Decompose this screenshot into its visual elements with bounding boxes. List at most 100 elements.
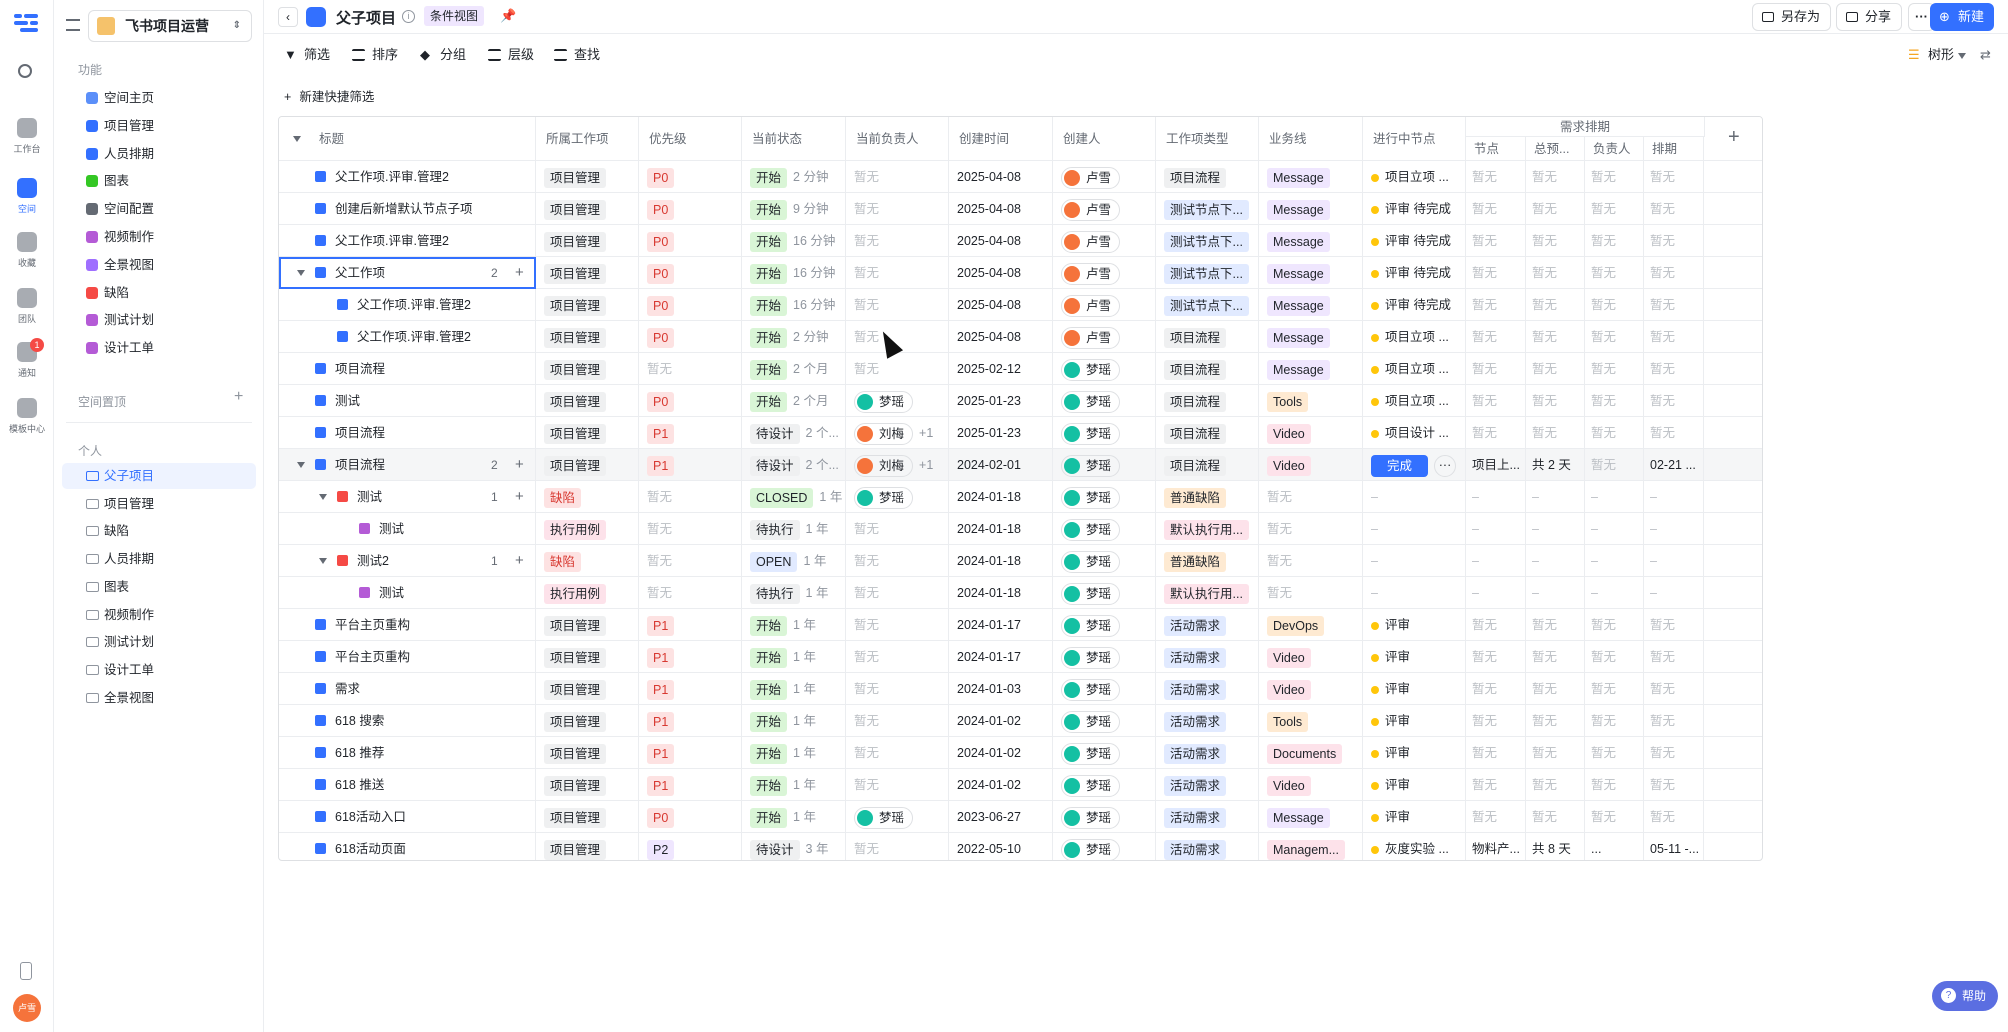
rail-favorites[interactable]: 收藏 [0, 232, 54, 269]
status-cell[interactable]: 开始 1 年 [742, 705, 846, 737]
business-line-cell[interactable]: Video [1259, 673, 1363, 705]
title-cell[interactable]: 需求 [279, 673, 536, 705]
owner-cell[interactable]: 暂无 [846, 705, 949, 737]
priority-cell[interactable]: 暂无 [639, 545, 742, 577]
node-cell[interactable]: 评审 待完成 [1363, 193, 1466, 225]
priority-cell[interactable]: P1 [639, 737, 742, 769]
business-line-cell[interactable]: Message [1259, 257, 1363, 289]
owner-cell[interactable]: 梦瑶 [846, 801, 949, 833]
schedule-cell[interactable]: – [1466, 545, 1526, 577]
collapse-sidebar-icon[interactable] [66, 19, 80, 31]
priority-cell[interactable]: P0 [639, 161, 742, 193]
schedule-cell[interactable]: 暂无 [1466, 257, 1526, 289]
schedule-cell[interactable]: 暂无 [1585, 673, 1644, 705]
type-cell[interactable]: 普通缺陷 [1156, 481, 1259, 513]
schedule-cell[interactable]: – [1466, 481, 1526, 513]
schedule-cell[interactable]: 暂无 [1526, 257, 1585, 289]
quick-filter-button[interactable]: + 新建快捷筛选 [284, 86, 374, 105]
schedule-cell[interactable]: 暂无 [1585, 289, 1644, 321]
sidebar-item-function[interactable]: 空间配置 [62, 196, 256, 222]
node-cell[interactable]: 评审 [1363, 609, 1466, 641]
business-line-cell[interactable]: Documents [1259, 737, 1363, 769]
schedule-cell[interactable]: 暂无 [1526, 193, 1585, 225]
priority-cell[interactable]: 暂无 [639, 353, 742, 385]
rail-space[interactable]: 空间 [0, 178, 54, 215]
sidebar-item-function[interactable]: 设计工单 [62, 335, 256, 361]
schedule-cell[interactable]: 项目上... [1466, 449, 1526, 481]
schedule-cell[interactable]: 暂无 [1526, 801, 1585, 833]
title-cell[interactable]: 创建后新增默认节点子项 [279, 193, 536, 225]
schedule-cell[interactable]: 暂无 [1466, 609, 1526, 641]
type-cell[interactable]: 活动需求 [1156, 641, 1259, 673]
status-cell[interactable]: 待设计 2 个... [742, 417, 846, 449]
status-cell[interactable]: 开始 1 年 [742, 641, 846, 673]
schedule-cell[interactable]: 暂无 [1644, 353, 1704, 385]
table-row[interactable]: 618 推送 项目管理 P1 开始 1 年暂无 2024-01-02 梦瑶 活动需求 Video… [279, 769, 1762, 801]
creator-cell[interactable]: 梦瑶 [1053, 641, 1156, 673]
creator-cell[interactable]: 卢雪 [1053, 193, 1156, 225]
table-row[interactable]: 618活动入口 项目管理 P0 开始 1 年梦瑶 2023-06-27 梦瑶 活动需求 Mess… [279, 801, 1762, 833]
type-cell[interactable]: 默认执行用... [1156, 577, 1259, 609]
node-cell[interactable]: 评审 [1363, 737, 1466, 769]
schedule-cell[interactable]: 暂无 [1644, 801, 1704, 833]
creator-cell[interactable]: 梦瑶 [1053, 705, 1156, 737]
creator-cell[interactable]: 梦瑶 [1053, 545, 1156, 577]
schedule-cell[interactable]: 暂无 [1526, 641, 1585, 673]
schedule-cell[interactable]: – [1585, 513, 1644, 545]
priority-cell[interactable]: P0 [639, 193, 742, 225]
schedule-cell[interactable]: 暂无 [1585, 193, 1644, 225]
priority-cell[interactable]: P1 [639, 417, 742, 449]
rail-notifications[interactable]: 通知 1 [0, 338, 54, 379]
creator-cell[interactable]: 梦瑶 [1053, 833, 1156, 860]
business-line-cell[interactable]: Managem... [1259, 833, 1363, 860]
priority-cell[interactable]: P2 [639, 833, 742, 860]
schedule-cell[interactable]: 暂无 [1466, 161, 1526, 193]
column-header[interactable]: 当前状态 [742, 117, 846, 161]
status-cell[interactable]: 开始 16 分钟 [742, 257, 846, 289]
schedule-cell[interactable]: 暂无 [1585, 225, 1644, 257]
priority-cell[interactable]: P1 [639, 673, 742, 705]
expand-icon[interactable] [319, 558, 327, 564]
schedule-cell[interactable]: 物料产... [1466, 833, 1526, 860]
owner-cell[interactable]: 暂无 [846, 257, 949, 289]
schedule-cell[interactable]: 暂无 [1644, 609, 1704, 641]
sidebar-item-personal[interactable]: 缺陷 [62, 518, 256, 544]
schedule-cell[interactable]: – [1466, 513, 1526, 545]
column-header[interactable]: 当前负责人 [846, 117, 949, 161]
creator-cell[interactable]: 梦瑶 [1053, 737, 1156, 769]
info-icon[interactable]: i [402, 10, 415, 23]
node-cell[interactable]: 评审 [1363, 801, 1466, 833]
type-cell[interactable]: 测试节点下... [1156, 289, 1259, 321]
creator-cell[interactable]: 梦瑶 [1053, 673, 1156, 705]
schedule-cell[interactable]: – [1585, 577, 1644, 609]
owner-cell[interactable]: 刘梅 +1 [846, 417, 949, 449]
schedule-cell[interactable]: 暂无 [1585, 801, 1644, 833]
schedule-cell[interactable]: 暂无 [1466, 673, 1526, 705]
expand-icon[interactable] [319, 494, 327, 500]
sidebar-item-function[interactable]: 视频制作 [62, 224, 256, 250]
node-cell[interactable]: 项目立项 ... [1363, 385, 1466, 417]
creator-cell[interactable]: 卢雪 [1053, 225, 1156, 257]
add-column-button[interactable]: + [1728, 126, 1740, 149]
schedule-cell[interactable]: – [1585, 481, 1644, 513]
title-cell[interactable]: 父工作项.评审.管理2 [279, 289, 536, 321]
item-cell[interactable]: 项目管理 [536, 449, 639, 481]
title-cell[interactable]: 618 推荐 [279, 737, 536, 769]
type-cell[interactable]: 活动需求 [1156, 673, 1259, 705]
status-cell[interactable]: 待设计 2 个... [742, 449, 846, 481]
type-cell[interactable]: 项目流程 [1156, 321, 1259, 353]
rail-workbench[interactable]: 工作台 [0, 118, 54, 155]
type-cell[interactable]: 普通缺陷 [1156, 545, 1259, 577]
item-cell[interactable]: 缺陷 [536, 545, 639, 577]
node-cell[interactable]: 评审 待完成 [1363, 289, 1466, 321]
sidebar-item-personal[interactable]: 全景视图 [62, 685, 256, 711]
sidebar-item-personal[interactable]: 设计工单 [62, 657, 256, 683]
schedule-cell[interactable]: 暂无 [1644, 385, 1704, 417]
schedule-cell[interactable]: 暂无 [1644, 257, 1704, 289]
priority-cell[interactable]: P0 [639, 225, 742, 257]
owner-cell[interactable]: 暂无 [846, 737, 949, 769]
schedule-cell[interactable]: 暂无 [1526, 609, 1585, 641]
schedule-cell[interactable]: 暂无 [1466, 321, 1526, 353]
creator-cell[interactable]: 梦瑶 [1053, 769, 1156, 801]
collapse-all-icon[interactable] [293, 136, 301, 142]
